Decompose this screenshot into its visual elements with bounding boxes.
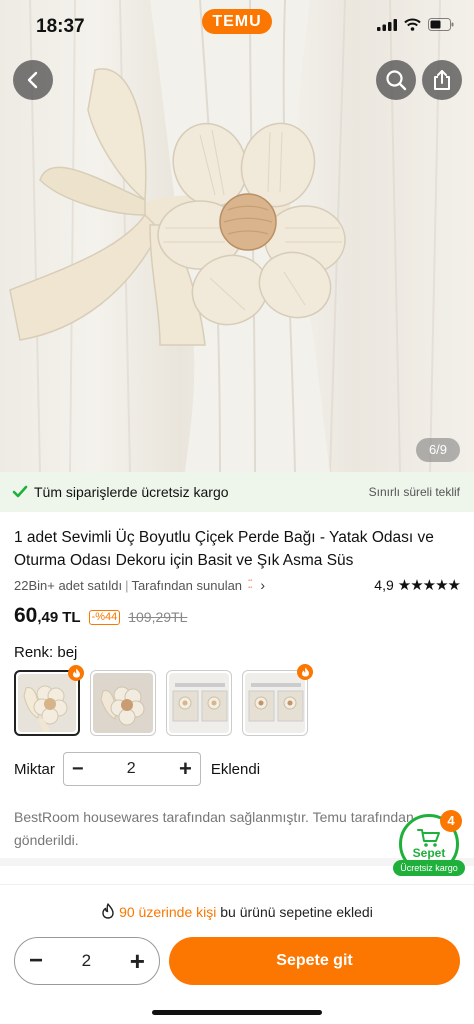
cart-shipping-label: Ücretsiz kargo [393, 860, 465, 876]
discount-badge: -%44 [88, 610, 121, 625]
thumb-set-image [248, 683, 304, 722]
minus-icon[interactable]: − [72, 758, 84, 781]
bottom-quantity-value: 2 [81, 951, 92, 970]
added-status: Eklendi [210, 760, 261, 778]
color-label: Renk: bej [14, 644, 78, 661]
variant-thumb-set-b[interactable] [242, 664, 313, 736]
plus-icon[interactable]: + [179, 756, 192, 782]
check-icon [12, 485, 28, 498]
quantity-stepper[interactable]: − 2 + [62, 752, 201, 786]
status-time: 18:37 [36, 16, 85, 37]
meta-separator: | [125, 577, 129, 593]
cart-label: Sepet [412, 846, 446, 860]
price-integer: 60 [14, 604, 38, 627]
variant-thumb-brown-center[interactable] [90, 670, 156, 736]
thumb-flower-image [100, 686, 145, 726]
status-bar: 18:37 TEMU [0, 0, 474, 50]
bottom-quantity-stepper[interactable]: − 2 + [14, 937, 160, 985]
search-icon [386, 70, 407, 91]
thumb-set-image [172, 683, 228, 722]
variant-thumb-beige[interactable] [14, 665, 84, 736]
search-button[interactable] [376, 60, 416, 100]
thumb-flower-image [23, 685, 68, 732]
cart-count-badge: 4 [440, 810, 462, 832]
shipping-text: Tüm siparişlerde ücretsiz kargo [34, 484, 229, 500]
back-icon [27, 71, 38, 89]
seller-note: BestRoom housewares tarafından sağlanmış… [14, 809, 414, 848]
variant-thumbnails [14, 664, 313, 736]
rating[interactable]: 4,9 ★★★★★ [374, 576, 461, 594]
seller-badge: ▪▪ ▪▪ [248, 578, 253, 591]
price-row: 60 ,49 TL -%44 109,29TL [14, 604, 187, 628]
flame-icon [68, 665, 84, 681]
signal-icon [377, 18, 397, 31]
flame-icon [297, 664, 313, 680]
social-proof: 90 üzerinde kişi bu ürünü sepetine ekled… [0, 903, 474, 920]
back-button[interactable] [13, 60, 53, 100]
temu-logo: TEMU [202, 9, 272, 34]
product-title: 1 adet Sevimli Üç Boyutlu Çiçek Perde Ba… [14, 529, 434, 569]
share-icon [434, 70, 450, 90]
battery-icon [428, 18, 454, 31]
quantity-value: 2 [126, 760, 136, 777]
limited-offer-text: Sınırlı süreli teklif [368, 485, 460, 499]
price-currency: TL [62, 609, 81, 626]
floating-cart[interactable]: Sepet 4 Ücretsiz kargo [393, 810, 465, 876]
share-button[interactable] [422, 60, 462, 100]
price-decimal: ,49 [37, 609, 59, 626]
free-shipping-banner[interactable]: Tüm siparişlerde ücretsiz kargo Sınırlı … [0, 472, 474, 512]
variant-thumb-set-a[interactable] [166, 670, 232, 736]
rating-stars: ★★★★★ [397, 577, 461, 594]
quantity-label: Miktar [14, 760, 55, 778]
wifi-icon [404, 18, 421, 31]
offered-by[interactable]: Tarafından sunulan [131, 578, 242, 593]
flame-outline-icon [102, 903, 114, 919]
product-image-gallery[interactable]: 18:37 TEMU 6/9 [0, 0, 474, 472]
plus-icon[interactable]: + [130, 946, 145, 977]
cart-icon [417, 829, 440, 847]
quantity-row: Miktar − 2 + Eklendi [14, 752, 260, 786]
image-counter: 6/9 [416, 438, 460, 462]
social-count: 90 üzerinde kişi [119, 904, 217, 920]
social-text: bu ürünü sepetine ekledi [220, 904, 373, 920]
system-icons [377, 18, 454, 31]
home-indicator [152, 1010, 322, 1015]
minus-icon[interactable]: − [29, 947, 43, 975]
chevron-right-icon[interactable]: › [260, 577, 265, 593]
rating-value: 4,9 [374, 577, 394, 593]
sold-count: 22Bin+ adet satıldı [14, 577, 123, 593]
bottom-bar: 90 üzerinde kişi bu ürünü sepetine ekled… [0, 884, 474, 1024]
go-to-cart-button[interactable]: Sepete git [169, 937, 460, 985]
old-price: 109,29TL [128, 609, 188, 625]
